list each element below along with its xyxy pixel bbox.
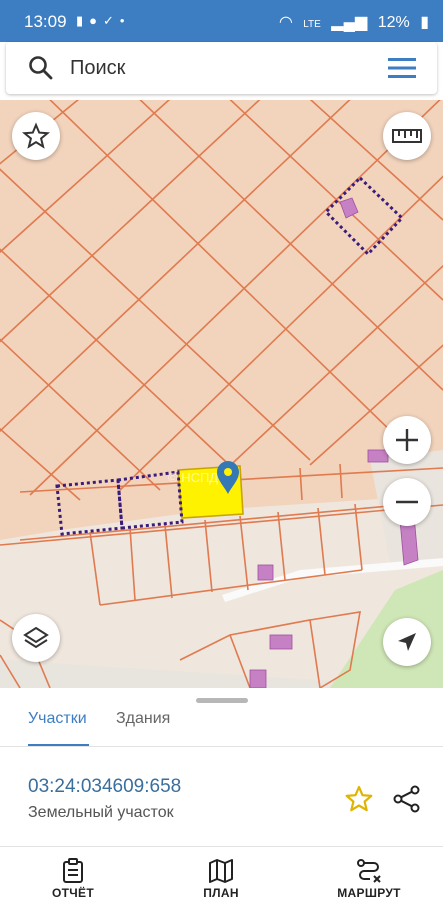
search-bar: [6, 42, 437, 94]
status-time: 13:09: [24, 12, 67, 31]
zoom-in-button[interactable]: [383, 416, 431, 464]
bottom-sheet: Участки Здания 03:24:034609:658 Земельны…: [0, 688, 443, 910]
notification-icons: ▮●✓•: [76, 13, 131, 28]
report-icon: [63, 858, 83, 883]
divider: [0, 846, 443, 847]
battery-icon: ▮: [420, 14, 429, 31]
status-bar: 13:09 ▮●✓• ◠ LTE ▂▄▆ 12% ▮: [0, 0, 443, 42]
map-canvas[interactable]: [0, 100, 443, 688]
zoom-out-button[interactable]: [383, 478, 431, 526]
cadastral-map[interactable]: © НСПД: [0, 100, 443, 688]
wifi-icon: ◠: [278, 14, 293, 31]
my-location-button[interactable]: [383, 618, 431, 666]
nav-route-button[interactable]: МАРШРУТ: [314, 848, 424, 908]
building: [257, 564, 274, 581]
building: [269, 634, 293, 650]
search-icon[interactable]: [28, 55, 54, 81]
star-outline-icon: [22, 122, 50, 149]
nav-report-button[interactable]: ОТЧЁТ: [18, 848, 128, 908]
plus-icon: [396, 429, 418, 451]
building: [249, 669, 267, 688]
parcel-type: Земельный участок: [28, 804, 174, 821]
favorites-button[interactable]: [12, 112, 60, 160]
network-label: LTE: [303, 19, 321, 30]
tab-buildings[interactable]: Здания: [116, 710, 170, 728]
signal-icon: ▂▄▆: [331, 14, 368, 31]
route-icon: [357, 859, 381, 883]
nav-route-label: МАРШРУТ: [337, 886, 401, 900]
battery-label: 12%: [377, 14, 410, 31]
tab-parcels[interactable]: Участки: [28, 710, 87, 728]
map-watermark: © НСПД: [168, 470, 219, 485]
map-icon: [209, 859, 233, 883]
nav-plan-label: ПЛАН: [203, 886, 239, 900]
ruler-icon: [392, 129, 422, 143]
search-input[interactable]: [70, 50, 370, 86]
status-indicators: ◠ LTE ▂▄▆ 12% ▮: [273, 12, 429, 32]
menu-icon[interactable]: [387, 56, 417, 80]
layers-icon: [23, 626, 49, 649]
navigation-arrow-icon: [398, 633, 416, 651]
star-icon[interactable]: [344, 784, 374, 814]
sheet-drag-handle[interactable]: [196, 698, 248, 703]
building: [367, 449, 389, 463]
ruler-button[interactable]: [383, 112, 431, 160]
nav-plan-button[interactable]: ПЛАН: [166, 848, 276, 908]
cadastral-number-link[interactable]: 03:24:034609:658: [28, 776, 181, 798]
minus-icon: [396, 500, 418, 504]
share-icon[interactable]: [392, 784, 422, 814]
nav-report-label: ОТЧЁТ: [52, 886, 94, 900]
layers-button[interactable]: [12, 614, 60, 662]
divider: [0, 746, 443, 747]
